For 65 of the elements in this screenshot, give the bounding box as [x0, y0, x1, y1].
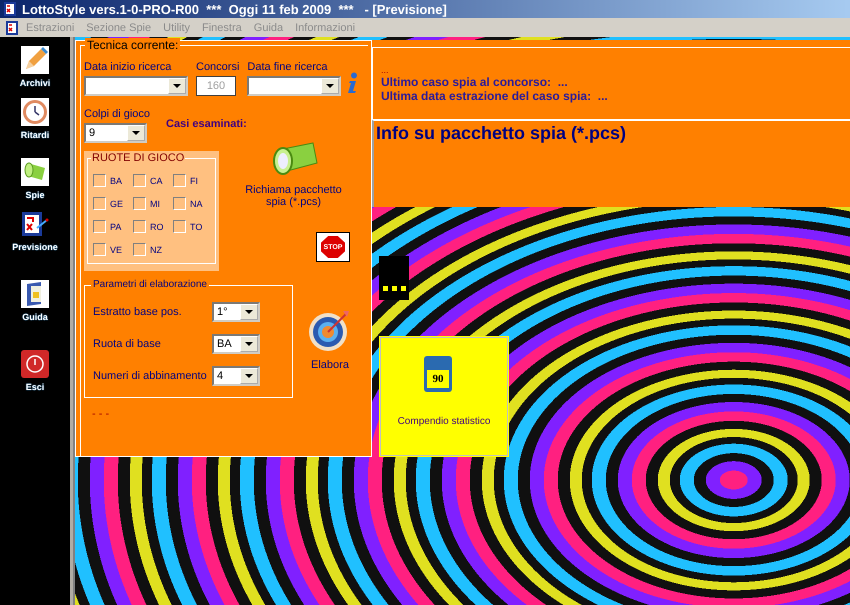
- cases-label: Casi esaminati:: [166, 118, 247, 130]
- app-icon: [2, 1, 18, 17]
- field-label: Concorsi: [196, 61, 240, 73]
- pencil-icon[interactable]: [20, 46, 49, 74]
- start-date-dropdown[interactable]: [84, 76, 188, 96]
- ellipsis-icon[interactable]: [379, 256, 409, 300]
- progress-text: ...: [381, 65, 390, 75]
- checkbox[interactable]: [93, 197, 106, 210]
- checkbox[interactable]: [173, 174, 186, 187]
- process-link[interactable]: Elabora: [311, 359, 349, 371]
- checkbox-label: BA: [110, 176, 122, 186]
- checkbox[interactable]: [173, 220, 186, 233]
- checkbox-label: PA: [110, 222, 122, 232]
- checkbox-label: RO: [150, 222, 164, 232]
- sidebar-label[interactable]: Esci: [26, 382, 44, 392]
- checkbox-label: NZ: [150, 244, 162, 254]
- field-label: Data inizio ricerca: [84, 61, 172, 73]
- field-label: Ruota di base: [93, 338, 161, 350]
- checkbox-label: GE: [110, 198, 124, 208]
- section-title: Tecnica corrente:: [85, 38, 180, 52]
- statistics-button[interactable]: 90 Compendio statistico: [379, 336, 509, 457]
- status-text: - - -: [92, 408, 110, 420]
- checkbox[interactable]: [93, 174, 106, 187]
- field-label: Data fine ricerca: [247, 61, 328, 73]
- app-icon[interactable]: [4, 20, 20, 36]
- book-icon[interactable]: [21, 280, 49, 308]
- window-title: LottoStyle vers.1-0-PRO-R00 *** Oggi 11 feb 2009 *** - [Previsione]: [22, 2, 447, 16]
- checkbox[interactable]: [133, 243, 146, 256]
- field-label: Colpi di gioco: [84, 108, 150, 120]
- sidebar-label[interactable]: Archivi: [20, 78, 50, 88]
- result-line: Ultima data estrazione del caso spia: ...: [381, 89, 609, 103]
- info-title: Info su pacchetto spia (*.pcs): [376, 123, 626, 143]
- clipboard-icon: 90: [424, 356, 452, 392]
- checkbox[interactable]: [133, 174, 146, 187]
- checkbox-label: FI: [190, 176, 198, 186]
- checkbox[interactable]: [173, 197, 186, 210]
- power-icon[interactable]: [21, 350, 49, 378]
- clock-icon[interactable]: [20, 98, 49, 126]
- checkbox-label: CA: [150, 176, 163, 186]
- checkbox[interactable]: [133, 197, 146, 210]
- field-label: Numeri di abbinamento: [93, 370, 207, 382]
- checkbox-label: TO: [190, 222, 202, 232]
- flashlight-icon[interactable]: [21, 158, 49, 186]
- checkbox[interactable]: [93, 243, 106, 256]
- field-label: Estratto base pos.: [93, 306, 182, 318]
- board-icon[interactable]: [21, 210, 49, 238]
- sidebar-label[interactable]: Spie: [25, 190, 44, 200]
- sidebar-label[interactable]: Ritardi: [20, 130, 50, 140]
- checkbox[interactable]: [93, 220, 106, 233]
- plays-dropdown[interactable]: 9: [84, 123, 147, 143]
- sidebar-label[interactable]: Previsione: [12, 242, 58, 252]
- load-package-link[interactable]: Richiama pacchetto spia (*.pcs): [238, 184, 348, 208]
- parameter-dropdown[interactable]: 4: [212, 366, 260, 386]
- info-icon[interactable]: [345, 72, 360, 94]
- sidebar-label[interactable]: Guida: [22, 312, 48, 322]
- result-line: Ultimo caso spia al concorso: ...: [381, 75, 569, 89]
- checkbox[interactable]: [133, 220, 146, 233]
- parameter-dropdown[interactable]: 1°: [212, 302, 260, 322]
- parameter-dropdown[interactable]: BA: [212, 334, 260, 354]
- end-date-dropdown[interactable]: [247, 76, 342, 96]
- checkbox-label: VE: [110, 244, 122, 254]
- checkbox-label: MI: [150, 198, 160, 208]
- wheels-title: RUOTE DI GIOCO: [91, 152, 186, 164]
- checkbox-label: NA: [190, 198, 203, 208]
- parameters-title: Parametri di elaborazione: [91, 279, 209, 290]
